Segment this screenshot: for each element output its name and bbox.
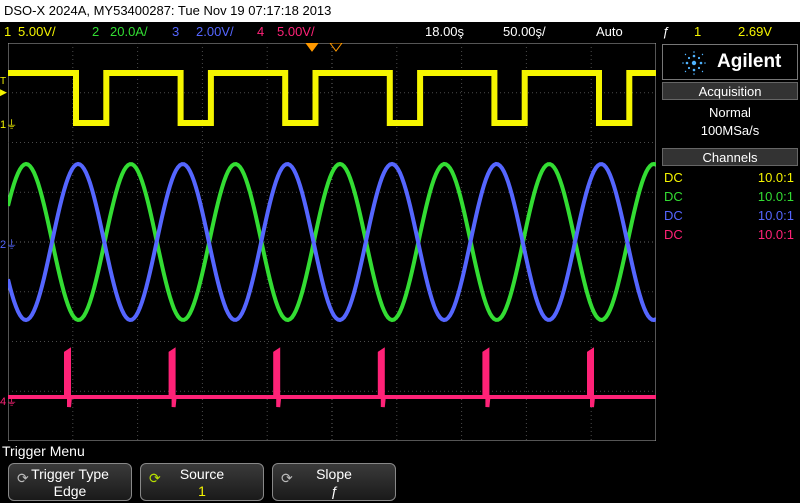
source-softkey[interactable]: ⟳ Source 1 (140, 463, 264, 501)
trigger-source[interactable]: 1 (694, 22, 701, 42)
channel-probe: 10.0:1 (757, 208, 794, 223)
menu-title: Trigger Menu (2, 443, 85, 459)
channel-row[interactable]: DC 10.0:1 (662, 168, 798, 187)
status-bar: 1 5.00V/ 2 20.0A/ 3 2.00V/ 4 5.00V/ 18.0… (0, 22, 800, 42)
ch2-marker-label: 2 (0, 239, 7, 251)
brand-logo: Agilent (662, 44, 798, 80)
title-bar: DSO-X 2024A, MY53400287: Tue Nov 19 07:1… (0, 0, 800, 22)
horizontal-delay[interactable]: 18.00ş (425, 22, 464, 42)
trigger-slope-icon: ƒ (662, 24, 670, 39)
entry-knob-icon: ⟳ (281, 470, 293, 486)
channel-row[interactable]: DC 10.0:1 (662, 225, 798, 244)
ch3-number[interactable]: 3 (172, 22, 179, 42)
ch1-ground-marker[interactable]: 1⏚ (0, 116, 17, 132)
channel-coupling: DC (664, 189, 683, 204)
ch4-marker-label: 4 (0, 396, 7, 408)
sample-rate: 100MSa/s (700, 123, 760, 138)
channel-probe: 10.0:1 (757, 189, 794, 204)
channel-probe: 10.0:1 (757, 227, 794, 242)
ch2-number[interactable]: 2 (92, 22, 99, 42)
ch4-ground-marker[interactable]: 4⏚ (0, 393, 17, 409)
channel-row[interactable]: DC 10.0:1 (662, 206, 798, 225)
channel-coupling: DC (664, 208, 683, 223)
ch1-marker-label: 1 (0, 119, 7, 131)
ch3-scale[interactable]: 2.00V/ (196, 22, 234, 42)
entry-knob-icon: ⟳ (149, 470, 161, 486)
entry-knob-icon: ⟳ (17, 470, 29, 486)
softkey-bar: ⟳ Trigger Type Edge ⟳ Source 1 ⟳ Slope ƒ (0, 461, 800, 503)
slope-softkey[interactable]: ⟳ Slope ƒ (272, 463, 396, 501)
channel-coupling: DC (664, 227, 683, 242)
ch1-number[interactable]: 1 (4, 22, 11, 42)
trigger-level-marker[interactable]: T (0, 76, 6, 87)
acquisition-mode: Normal (709, 105, 751, 120)
ch2-scale[interactable]: 20.0A/ (110, 22, 148, 42)
brand-name: Agilent (717, 51, 782, 72)
ch4-scale[interactable]: 5.00V/ (277, 22, 315, 42)
channels-header: Channels (662, 148, 798, 166)
side-panel: Agilent Acquisition Normal 100MSa/s Chan… (662, 44, 798, 244)
ch1-scale[interactable]: 5.00V/ (18, 22, 56, 42)
acquisition-info: Normal 100MSa/s (662, 100, 798, 146)
trigger-level[interactable]: 2.69V (738, 22, 772, 42)
ch2-ground-marker[interactable]: 2⏚ (0, 236, 17, 252)
trigger-type-softkey[interactable]: ⟳ Trigger Type Edge (8, 463, 132, 501)
trigger-arrow-icon: ▶ (0, 87, 7, 97)
trigger-mode[interactable]: Auto (596, 22, 623, 42)
channels-list: DC 10.0:1 DC 10.0:1 DC 10.0:1 DC 10.0:1 (662, 166, 798, 244)
acquisition-header: Acquisition (662, 82, 798, 100)
waveform-display[interactable] (8, 43, 656, 441)
ch4-number[interactable]: 4 (257, 22, 264, 42)
channel-coupling: DC (664, 170, 683, 185)
agilent-spark-icon (682, 51, 706, 75)
channel-probe: 10.0:1 (757, 170, 794, 185)
channel-row[interactable]: DC 10.0:1 (662, 187, 798, 206)
timebase-scale[interactable]: 50.00ş/ (503, 22, 546, 42)
